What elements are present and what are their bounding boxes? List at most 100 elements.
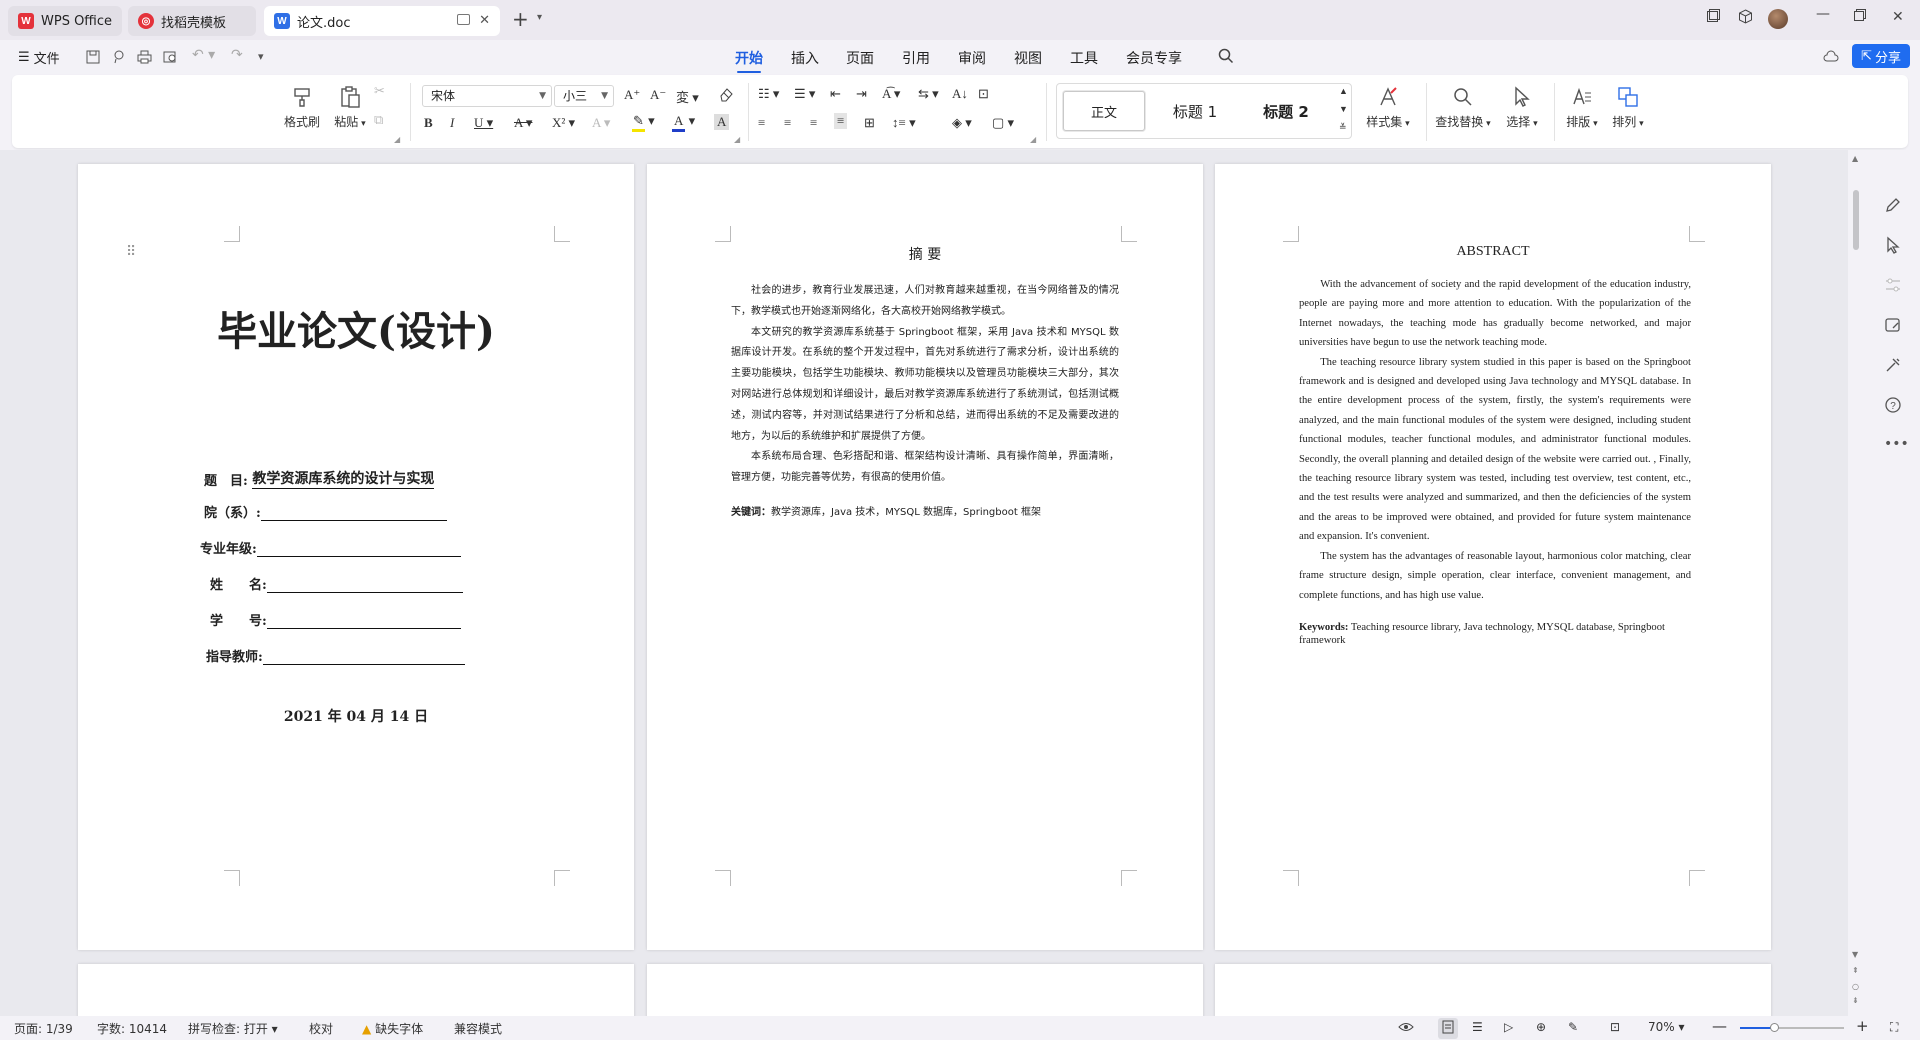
eye-protection-icon[interactable]	[1398, 1020, 1414, 1037]
page-view-icon[interactable]	[1438, 1018, 1458, 1039]
page-next[interactable]	[647, 964, 1203, 1016]
share-button[interactable]: ⇱ 分享	[1852, 44, 1910, 68]
more-icon[interactable]: •••	[1884, 436, 1909, 456]
search-icon[interactable]	[1218, 48, 1234, 68]
zoom-in-icon[interactable]: +	[1856, 1017, 1869, 1035]
minimize-icon[interactable]: —	[1816, 6, 1830, 22]
zoom-level[interactable]: 70% ▾	[1648, 1020, 1685, 1034]
tab-document[interactable]: W 论文.doc ✕	[264, 6, 500, 36]
clipboard-expand-icon[interactable]: ◢	[394, 135, 400, 144]
pen-icon[interactable]	[1884, 196, 1904, 216]
zoom-slider-handle[interactable]	[1770, 1023, 1779, 1032]
tab-wps-office[interactable]: W WPS Office	[8, 6, 122, 36]
play-icon[interactable]: ▷	[1504, 1020, 1513, 1034]
select-browse-icon[interactable]: ○	[1852, 982, 1859, 991]
word-count[interactable]: 字数: 10414	[97, 1020, 167, 1037]
cloud-icon[interactable]	[1823, 49, 1839, 68]
help-icon[interactable]: ?	[1884, 396, 1904, 416]
style-set-button[interactable]: 样式集 ▾	[1362, 85, 1414, 130]
dock-window-icon[interactable]	[457, 14, 470, 25]
page-abstract-cn[interactable]: 摘 要 社会的进步，教育行业发展迅速，人们对教育越来越重视，在当今网络普及的情况…	[647, 164, 1203, 950]
bold-icon[interactable]: B	[424, 115, 433, 131]
tab-home[interactable]: 开始	[735, 48, 763, 73]
style-heading-1[interactable]: 标题 1	[1155, 91, 1235, 131]
undo-icon[interactable]: ↶ ▾	[192, 47, 215, 63]
new-tab-icon[interactable]: +	[512, 9, 529, 29]
bullet-list-icon[interactable]: ☷ ▾	[758, 86, 779, 102]
page-next[interactable]	[78, 964, 634, 1016]
phonetic-guide-icon[interactable]: 変 ▾	[676, 87, 699, 106]
align-center-icon[interactable]: ≡	[784, 115, 791, 131]
tab-tools[interactable]: 工具	[1070, 48, 1098, 68]
align-left-icon[interactable]: ≡	[758, 115, 765, 131]
drag-handle-icon[interactable]: ⠿	[126, 244, 136, 260]
pen-icon[interactable]: ✎	[1568, 1020, 1578, 1034]
zoom-out-icon[interactable]: —	[1712, 1017, 1727, 1035]
tab-review[interactable]: 审阅	[958, 48, 986, 68]
sort-icon[interactable]: A↓	[952, 86, 968, 102]
restore-icon[interactable]	[1854, 9, 1866, 25]
outline-view-icon[interactable]: ☰	[1472, 1020, 1483, 1034]
font-expand-icon[interactable]: ◢	[734, 135, 740, 144]
close-tab-icon[interactable]: ✕	[479, 13, 490, 28]
superscript-icon[interactable]: X² ▾	[552, 115, 575, 131]
line-spacing-icon[interactable]: ↕≡ ▾	[892, 115, 916, 131]
cursor-icon[interactable]	[1884, 236, 1904, 256]
text-effect-icon[interactable]: A ▾	[592, 115, 610, 131]
numbered-list-icon[interactable]: ☰ ▾	[794, 86, 815, 102]
tab-member[interactable]: 会员专享	[1126, 48, 1182, 68]
char-shading-icon[interactable]: A	[714, 114, 730, 130]
scroll-up-icon[interactable]: ▲	[1852, 154, 1858, 163]
increase-font-icon[interactable]: A⁺	[624, 87, 640, 103]
zoom-slider-track[interactable]	[1740, 1023, 1844, 1032]
vertical-scrollbar[interactable]: ▲ ▼ ⇞ ○ ⇟	[1848, 150, 1866, 1016]
page-next[interactable]	[1215, 964, 1771, 1016]
chevron-down-icon[interactable]: ▼	[1339, 104, 1348, 114]
tab-references[interactable]: 引用	[902, 48, 930, 68]
print-preview-icon[interactable]	[163, 49, 178, 68]
tab-insert[interactable]: 插入	[791, 48, 819, 68]
borders-icon[interactable]: ▢ ▾	[992, 115, 1014, 131]
user-avatar[interactable]	[1768, 9, 1788, 29]
chevron-up-icon[interactable]: ▲	[1339, 86, 1348, 96]
tools-icon[interactable]	[1884, 356, 1904, 376]
tab-page[interactable]: 页面	[846, 48, 874, 68]
close-window-icon[interactable]: ✕	[1892, 9, 1904, 25]
fullscreen-icon[interactable]: ⛶	[1890, 1020, 1898, 1035]
next-page-icon[interactable]: ⇟	[1852, 996, 1859, 1005]
decrease-indent-icon[interactable]: ⇤	[830, 86, 841, 102]
document-workspace[interactable]: ⠿ 毕业论文(设计) 题 目: 教学资源库系统的设计与实现 院（系）: 专业年级…	[0, 150, 1848, 1016]
export-pdf-icon[interactable]	[112, 49, 126, 68]
spell-check-toggle[interactable]: 拼写检查: 打开 ▾	[188, 1020, 278, 1037]
font-color-icon[interactable]: A ▾	[672, 113, 695, 132]
scrollbar-thumb[interactable]	[1853, 190, 1859, 250]
format-painter-button[interactable]: 格式刷	[280, 85, 324, 130]
cube-icon[interactable]	[1738, 9, 1753, 28]
page-indicator[interactable]: 页面: 1/39	[14, 1020, 73, 1037]
redo-icon[interactable]: ↷	[231, 47, 243, 63]
increase-indent-icon[interactable]: ⇥	[856, 86, 867, 102]
select-button[interactable]: 选择 ▾	[1500, 85, 1544, 130]
font-name-select[interactable]: 宋体 ▼	[422, 85, 552, 107]
highlight-icon[interactable]: ✎ ▾	[632, 113, 655, 132]
page-cover[interactable]: ⠿ 毕业论文(设计) 题 目: 教学资源库系统的设计与实现 院（系）: 专业年级…	[78, 164, 634, 950]
decrease-font-icon[interactable]: A⁻	[650, 87, 666, 103]
style-heading-2[interactable]: 标题 2	[1243, 91, 1329, 131]
arrange-button[interactable]: 排列 ▾	[1606, 85, 1650, 130]
cut-icon[interactable]: ✂	[374, 83, 385, 99]
paragraph-shading-icon[interactable]: ◈ ▾	[952, 115, 972, 131]
tab-view[interactable]: 视图	[1014, 48, 1042, 68]
underline-icon[interactable]: U ▾	[474, 115, 493, 131]
scroll-down-icon[interactable]: ▼	[1852, 950, 1858, 959]
text-direction-icon[interactable]: ⇆ ▾	[918, 86, 939, 102]
distribute-icon[interactable]: ⊞	[864, 115, 875, 131]
quick-access-more-icon[interactable]: ▾	[258, 50, 264, 63]
page-abstract-en[interactable]: ABSTRACT With the advancement of society…	[1215, 164, 1771, 950]
adjust-icon[interactable]	[1884, 276, 1904, 296]
strikethrough-icon[interactable]: A ▾	[514, 115, 532, 131]
missing-font-button[interactable]: ▲ 缺失字体	[362, 1020, 423, 1037]
justify-icon[interactable]: ≡	[834, 113, 848, 129]
style-normal[interactable]: 正文	[1063, 91, 1145, 131]
fit-page-icon[interactable]: ⊡	[1610, 1020, 1620, 1034]
window-layout-icon[interactable]	[1706, 9, 1720, 27]
